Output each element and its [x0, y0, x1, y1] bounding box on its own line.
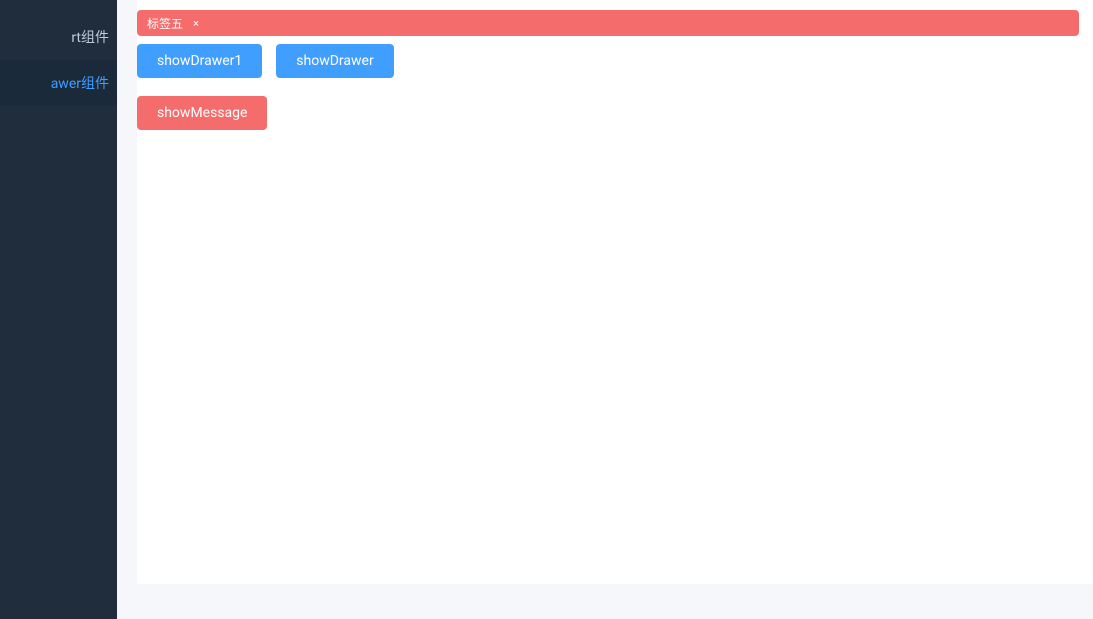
main-wrapper: 标签五 × showDrawer1 showDrawer showMessage — [117, 0, 1093, 619]
close-icon[interactable]: × — [189, 16, 203, 30]
show-drawer1-button[interactable]: showDrawer1 — [137, 44, 262, 78]
button-row-2: showMessage — [137, 96, 1093, 130]
sidebar-item-awer[interactable]: awer组件 — [0, 60, 117, 106]
sidebar-item-label: rt组件 — [71, 30, 109, 46]
sidebar-item-label: awer组件 — [51, 76, 109, 92]
button-row-1: showDrawer1 showDrawer — [137, 44, 1093, 78]
main-area: 标签五 × showDrawer1 showDrawer showMessage — [137, 0, 1093, 584]
tag-label: 标签五 — [147, 15, 183, 32]
show-message-button[interactable]: showMessage — [137, 96, 267, 130]
tag-bar[interactable]: 标签五 × — [137, 10, 1079, 36]
sidebar-item-rt[interactable]: rt组件 — [0, 14, 117, 60]
show-drawer-button[interactable]: showDrawer — [276, 44, 393, 78]
sidebar: rt组件 awer组件 — [0, 0, 117, 619]
